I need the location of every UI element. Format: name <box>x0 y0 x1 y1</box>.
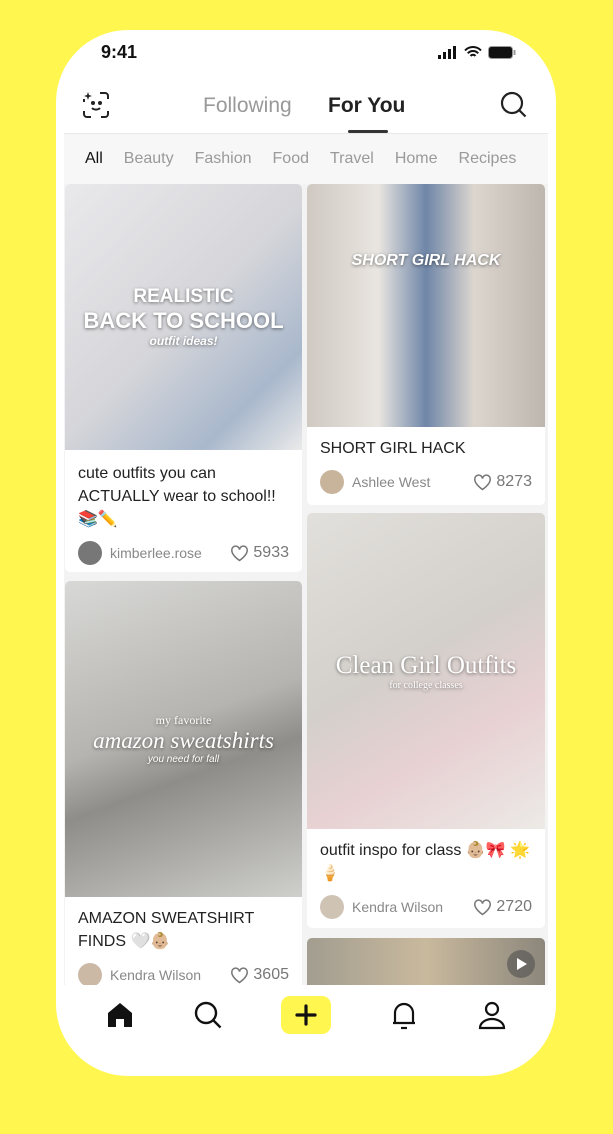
post-card[interactable] <box>307 938 545 985</box>
image-overlay-text: for college classes <box>389 679 463 691</box>
like-count: 5933 <box>253 544 289 561</box>
profile-icon[interactable] <box>477 1000 507 1030</box>
category-beauty[interactable]: Beauty <box>124 150 174 168</box>
like-count: 2720 <box>496 898 532 915</box>
home-icon[interactable] <box>105 1000 135 1030</box>
plus-icon <box>295 1004 317 1026</box>
status-bar: 9:41 <box>101 40 516 64</box>
search-icon[interactable] <box>500 90 528 120</box>
play-icon[interactable] <box>507 950 535 978</box>
category-recipes[interactable]: Recipes <box>459 150 517 168</box>
phone-screen: 9:41 Following For You All Beauty Fashio… <box>56 30 556 1076</box>
post-card[interactable]: SHORT GIRL HACK SHORT GIRL HACK Ashlee W… <box>307 184 545 505</box>
heart-icon[interactable] <box>230 966 249 984</box>
category-bar: All Beauty Fashion Food Travel Home Reci… <box>64 133 548 184</box>
image-overlay-text: Clean Girl Outfits <box>335 651 517 679</box>
post-title[interactable]: outfit inspo for class 👶🏼🎀 🌟🍦 <box>307 829 545 885</box>
wifi-icon <box>464 45 482 57</box>
image-overlay-text: outfit ideas! <box>149 334 218 348</box>
post-card[interactable]: REALISTIC BACK TO SCHOOL outfit ideas! c… <box>65 184 302 572</box>
battery-icon <box>488 45 516 59</box>
bell-icon[interactable] <box>389 1000 419 1030</box>
avatar[interactable] <box>78 963 102 985</box>
clock: 9:41 <box>101 41 138 62</box>
author-name[interactable]: Ashlee West <box>352 474 430 490</box>
post-image[interactable]: REALISTIC BACK TO SCHOOL outfit ideas! <box>65 184 302 450</box>
image-overlay-text: you need for fall <box>147 754 220 765</box>
avatar[interactable] <box>320 895 344 919</box>
category-travel[interactable]: Travel <box>330 150 374 168</box>
post-image[interactable]: Clean Girl Outfits for college classes <box>307 513 545 829</box>
image-overlay-text: REALISTIC <box>133 286 234 307</box>
search-nav-icon[interactable] <box>193 1000 223 1030</box>
category-home[interactable]: Home <box>395 150 438 168</box>
image-overlay-text: SHORT GIRL HACK <box>351 251 501 269</box>
image-overlay-text: amazon sweatshirts <box>93 728 274 753</box>
avatar[interactable] <box>78 541 102 565</box>
face-scan-icon[interactable] <box>81 90 111 120</box>
heart-icon[interactable] <box>473 898 492 916</box>
author-name[interactable]: kimberlee.rose <box>110 545 202 561</box>
top-header: Following For You <box>56 86 556 133</box>
like-count: 3605 <box>253 966 289 983</box>
create-post-button[interactable] <box>281 996 331 1034</box>
post-title[interactable]: cute outfits you can ACTUALLY wear to sc… <box>65 450 302 531</box>
post-card[interactable]: my favorite amazon sweatshirts you need … <box>65 581 302 985</box>
post-title[interactable]: AMAZON SWEATSHIRT FINDS 🤍👶🏼 <box>65 897 302 953</box>
author-name[interactable]: Kendra Wilson <box>352 899 443 915</box>
tab-following[interactable]: Following <box>203 94 292 118</box>
category-all[interactable]: All <box>85 150 103 168</box>
post-feed[interactable]: REALISTIC BACK TO SCHOOL outfit ideas! c… <box>64 184 548 985</box>
like-count: 8273 <box>496 473 532 490</box>
author-name[interactable]: Kendra Wilson <box>110 967 201 983</box>
heart-icon[interactable] <box>230 544 249 562</box>
post-card[interactable]: Clean Girl Outfits for college classes o… <box>307 513 545 928</box>
heart-icon[interactable] <box>473 473 492 491</box>
category-food[interactable]: Food <box>273 150 309 168</box>
avatar[interactable] <box>320 470 344 494</box>
category-fashion[interactable]: Fashion <box>195 150 252 168</box>
tab-for-you[interactable]: For You <box>328 94 405 118</box>
image-overlay-text: my favorite <box>155 713 212 727</box>
bottom-nav <box>56 985 556 1045</box>
signal-icon <box>438 45 456 59</box>
post-image[interactable]: SHORT GIRL HACK <box>307 184 545 427</box>
image-overlay-text: BACK TO SCHOOL <box>83 308 284 333</box>
post-image[interactable]: my favorite amazon sweatshirts you need … <box>65 581 302 897</box>
post-title[interactable]: SHORT GIRL HACK <box>307 427 545 460</box>
